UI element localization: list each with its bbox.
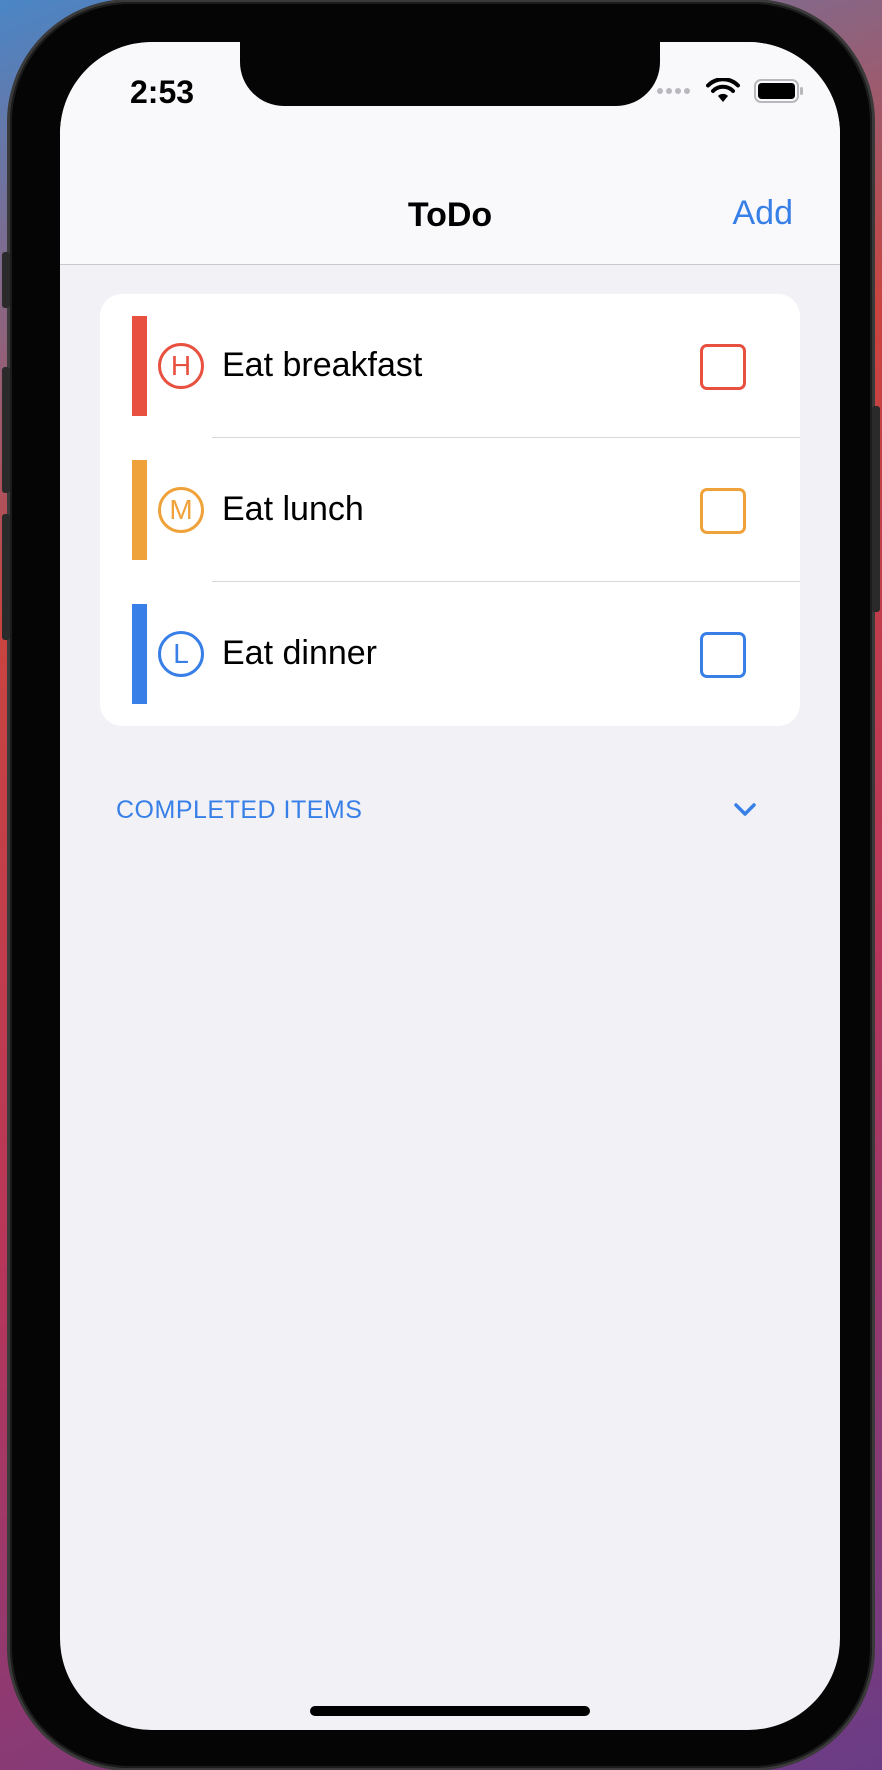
cellular-signal-icon: [657, 88, 690, 94]
completed-items-header[interactable]: COMPLETED ITEMS: [116, 786, 776, 836]
screen: 2:53 ToDo Add H Eat breakfast M Eat lunc…: [60, 42, 840, 1730]
add-button[interactable]: Add: [733, 194, 794, 233]
todo-item[interactable]: H Eat breakfast: [100, 294, 800, 438]
priority-badge: H: [158, 343, 204, 389]
status-time: 2:53: [130, 74, 195, 110]
priority-bar: [132, 316, 147, 416]
wifi-icon: [706, 78, 740, 102]
priority-badge: M: [158, 487, 204, 533]
page-title: ToDo: [407, 196, 493, 234]
battery-icon: [754, 79, 803, 103]
priority-bar: [132, 604, 147, 704]
todo-list: H Eat breakfast M Eat lunch L Eat dinner: [100, 294, 800, 726]
todo-item-label: Eat lunch: [222, 490, 364, 528]
device-frame: 2:53 ToDo Add H Eat breakfast M Eat lunc…: [2, 2, 880, 1768]
side-button-volume-down: [2, 514, 10, 640]
navigation-bar: ToDo Add: [60, 152, 840, 265]
status-icons: [656, 78, 804, 104]
complete-checkbox[interactable]: [700, 632, 746, 678]
todo-item[interactable]: M Eat lunch: [100, 438, 800, 582]
completed-items-title: COMPLETED ITEMS: [116, 796, 363, 824]
home-indicator: [310, 1706, 590, 1716]
complete-checkbox[interactable]: [700, 344, 746, 390]
side-button-silent: [2, 252, 10, 308]
priority-badge: L: [158, 631, 204, 677]
chevron-down-icon: [734, 803, 756, 816]
todo-item[interactable]: L Eat dinner: [100, 582, 800, 726]
todo-item-label: Eat dinner: [222, 634, 377, 672]
complete-checkbox[interactable]: [700, 488, 746, 534]
side-button-volume-up: [2, 367, 10, 493]
todo-item-label: Eat breakfast: [222, 346, 423, 384]
side-button-power: [872, 406, 880, 612]
priority-bar: [132, 460, 147, 560]
notch: [240, 42, 660, 106]
